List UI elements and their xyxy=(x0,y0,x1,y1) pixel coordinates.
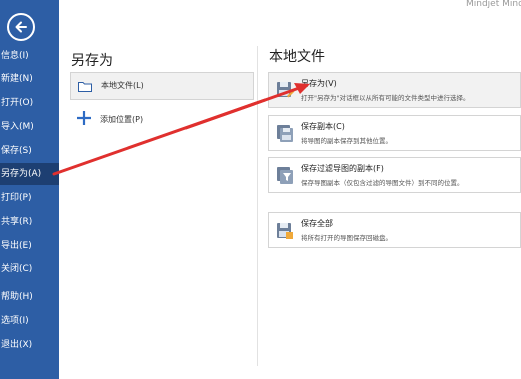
save-all-option-desc: 将所有打开的导图保存回磁盘。 xyxy=(301,234,392,242)
app-title: Mindjet Mind xyxy=(466,0,521,9)
sidebar-item-export[interactable]: 导出(E) xyxy=(0,235,59,257)
plus-icon xyxy=(77,111,91,125)
save-all-option-title: 保存全部 xyxy=(301,219,333,228)
save-all-icon xyxy=(277,223,293,239)
save-as-heading: 另存为 xyxy=(71,53,113,69)
save-as-option-desc: 打开"另存为"对话框以从所有可能的文件类型中进行选择。 xyxy=(301,94,470,102)
sidebar-item-print[interactable]: 打印(P) xyxy=(0,187,59,209)
sidebar-item-open[interactable]: 打开(O) xyxy=(0,92,59,114)
save-as-icon xyxy=(277,82,295,98)
add-location-label: 添加位置(P) xyxy=(100,115,144,124)
local-file-label: 本地文件(L) xyxy=(101,81,144,90)
save-as-option-title: 另存为(V) xyxy=(301,79,337,88)
save-copy-option[interactable]: 保存副本(C) 将导图的副本保存到其他位置。 xyxy=(268,115,521,151)
arrow-left-icon xyxy=(15,21,27,33)
sidebar-item-info[interactable]: 信息(I) xyxy=(0,45,59,67)
folder-icon xyxy=(78,82,92,92)
back-button[interactable] xyxy=(7,13,35,41)
sidebar-item-import[interactable]: 导入(M) xyxy=(0,116,59,138)
backstage-sidebar: 信息(I) 新建(N) 打开(O) 导入(M) 保存(S) 另存为(A) 打印(… xyxy=(0,0,59,379)
local-file-heading: 本地文件 xyxy=(269,49,325,65)
sidebar-item-options[interactable]: 选项(I) xyxy=(0,310,59,332)
sidebar-item-save-as[interactable]: 另存为(A) xyxy=(0,163,59,185)
sidebar-item-new[interactable]: 新建(N) xyxy=(0,68,59,90)
column-divider xyxy=(257,46,258,366)
local-file-location[interactable]: 本地文件(L) xyxy=(70,72,254,100)
sidebar-item-help[interactable]: 帮助(H) xyxy=(0,286,59,308)
save-filtered-copy-option-desc: 保存导图副本（仅包含过滤的导图文件）到不同的位置。 xyxy=(301,179,464,187)
sidebar-item-close[interactable]: 关闭(C) xyxy=(0,258,59,280)
add-location-button[interactable]: 添加位置(P) xyxy=(76,110,186,130)
sidebar-item-share[interactable]: 共享(R) xyxy=(0,211,59,233)
save-copy-icon xyxy=(277,125,293,142)
sidebar-item-exit[interactable]: 退出(X) xyxy=(0,334,59,356)
save-copy-option-desc: 将导图的副本保存到其他位置。 xyxy=(301,137,392,145)
save-copy-option-title: 保存副本(C) xyxy=(301,122,345,131)
save-filtered-copy-icon xyxy=(277,167,293,184)
sidebar-item-save[interactable]: 保存(S) xyxy=(0,140,59,162)
save-as-option[interactable]: 另存为(V) 打开"另存为"对话框以从所有可能的文件类型中进行选择。 xyxy=(268,72,521,108)
save-filtered-copy-option-title: 保存过滤导图的副本(F) xyxy=(301,164,384,173)
save-all-option[interactable]: 保存全部 将所有打开的导图保存回磁盘。 xyxy=(268,212,521,248)
save-filtered-copy-option[interactable]: 保存过滤导图的副本(F) 保存导图副本（仅包含过滤的导图文件）到不同的位置。 xyxy=(268,157,521,193)
